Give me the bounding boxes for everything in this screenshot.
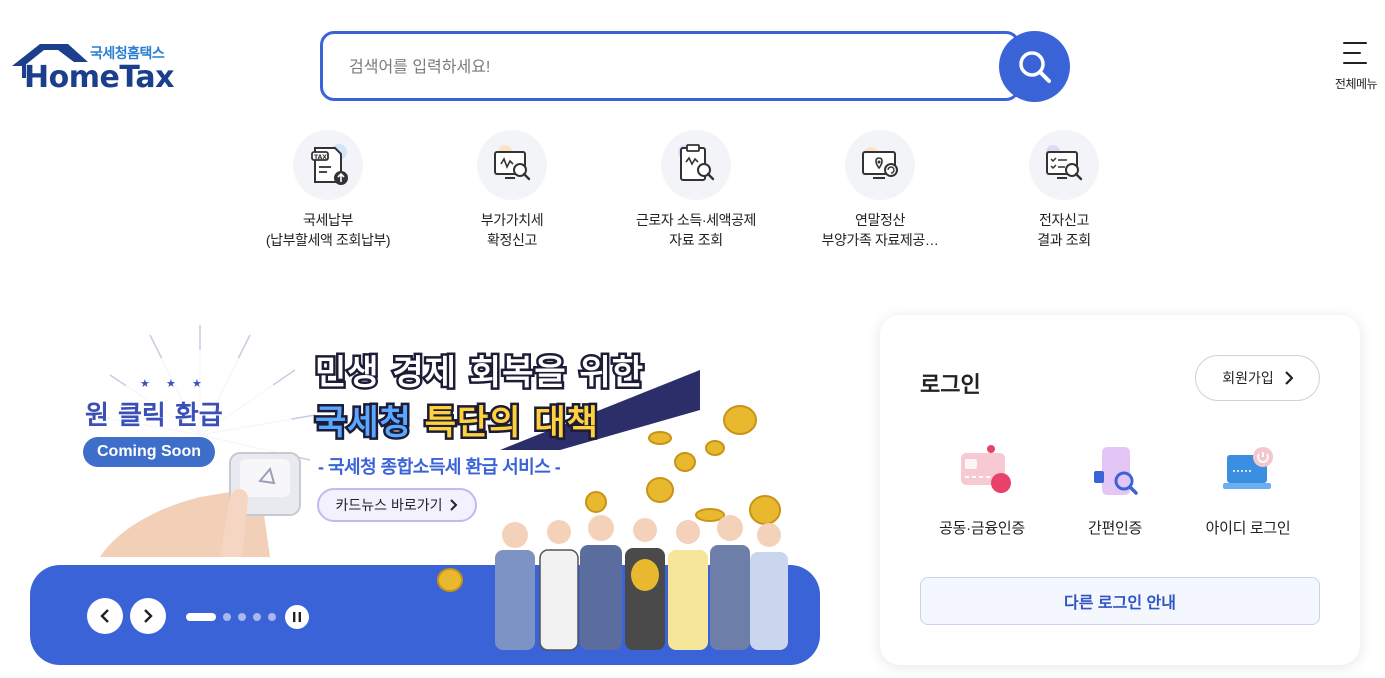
phone-auth-icon xyxy=(1080,445,1150,505)
quick-menu-e-filing[interactable]: 전자신고 결과 조회 xyxy=(979,130,1149,250)
quick-menu-label: 부가가치세 확정신고 xyxy=(480,212,544,248)
main-banner[interactable]: ★ ★ ★ 원 클릭 환급 Coming Soon 민생 경제 회복을 위한 국… xyxy=(30,315,825,665)
svg-text:★: ★ xyxy=(140,378,150,390)
login-option-simple-auth[interactable]: 간편인증 xyxy=(1055,445,1175,538)
login-option-label: 간편인증 xyxy=(1087,520,1142,537)
hamburger-icon xyxy=(1343,42,1367,64)
search-box xyxy=(320,31,1020,101)
login-option-id[interactable]: 아이디 로그인 xyxy=(1188,445,1308,538)
slide-indicator-4[interactable] xyxy=(253,613,261,621)
coming-soon-badge: Coming Soon xyxy=(83,437,215,467)
svg-text:TAX: TAX xyxy=(314,154,327,161)
login-option-certificate[interactable]: 공동·금융인증 xyxy=(922,445,1042,538)
hometax-main-page: 국세청홈택스 HomeTax 전체메뉴 TAX xyxy=(0,0,1385,678)
login-option-label: 아이디 로그인 xyxy=(1205,520,1291,537)
chevron-left-icon xyxy=(100,609,109,623)
slide-indicator-2[interactable] xyxy=(223,613,231,621)
search-input[interactable] xyxy=(349,54,969,82)
chevron-right-icon xyxy=(144,609,153,623)
quick-menu-tax-payment[interactable]: TAX 국세납부 (납부할세액 조회납부) xyxy=(243,130,413,250)
taxpayers-coins-illustration xyxy=(437,405,788,651)
hometax-logo[interactable]: 국세청홈택스 HomeTax xyxy=(10,40,175,95)
card-news-link-label: 카드뉴스 바로가기 xyxy=(335,497,443,513)
quick-menu-label: 전자신고 결과 조회 xyxy=(1037,212,1091,248)
svg-text:★: ★ xyxy=(166,378,176,390)
search-icon xyxy=(1018,50,1051,83)
certificate-card-icon xyxy=(947,445,1017,505)
one-click-refund-title: 원 클릭 환급 xyxy=(83,399,225,433)
e-filing-result-icon xyxy=(1029,130,1099,200)
slide-indicator-1[interactable] xyxy=(186,613,216,621)
slide-indicator-5[interactable] xyxy=(268,613,276,621)
tax-payment-icon: TAX xyxy=(293,130,363,200)
other-login-guide-button[interactable]: 다른 로그인 안내 xyxy=(920,577,1320,625)
login-title: 로그인 xyxy=(920,372,981,397)
logo-wordmark: HomeTax xyxy=(24,60,175,95)
chevron-right-icon xyxy=(1284,371,1293,385)
quick-menu-year-end[interactable]: 연말정산 부양가족 자료제공… xyxy=(795,130,965,250)
quick-menu-label: 근로자 소득·세액공제 자료 조회 xyxy=(635,212,757,248)
id-login-icon xyxy=(1213,445,1283,505)
login-panel: 로그인 회원가입 공동·금융인증 간편인증 아이디 로그인 다른 로그인 안내 xyxy=(880,315,1360,665)
banner-next-button[interactable] xyxy=(130,598,166,634)
year-end-settlement-icon xyxy=(845,130,915,200)
quick-menu-label: 국세납부 (납부할세액 조회납부) xyxy=(265,212,391,248)
svg-text:★: ★ xyxy=(192,378,202,390)
quick-menu-vat[interactable]: 부가가치세 확정신고 xyxy=(427,130,597,250)
pause-icon xyxy=(293,612,301,622)
all-menu-button[interactable]: 전체메뉴 xyxy=(1326,42,1385,94)
search-button[interactable] xyxy=(999,31,1070,102)
banner-headline-1: 민생 경제 회복을 위한 xyxy=(312,351,645,396)
quick-menu-income-deduction[interactable]: 근로자 소득·세액공제 자료 조회 xyxy=(611,130,781,250)
banner-prev-button[interactable] xyxy=(87,598,123,634)
all-menu-label: 전체메뉴 xyxy=(1334,77,1378,91)
login-option-label: 공동·금융인증 xyxy=(939,520,1025,537)
slide-indicator-3[interactable] xyxy=(238,613,246,621)
quick-menu-label: 연말정산 부양가족 자료제공… xyxy=(821,212,939,248)
income-deduction-icon xyxy=(661,130,731,200)
vat-search-icon xyxy=(477,130,547,200)
banner-pause-button[interactable] xyxy=(285,605,309,629)
join-button[interactable]: 회원가입 xyxy=(1195,355,1320,401)
join-button-label: 회원가입 xyxy=(1222,370,1274,386)
